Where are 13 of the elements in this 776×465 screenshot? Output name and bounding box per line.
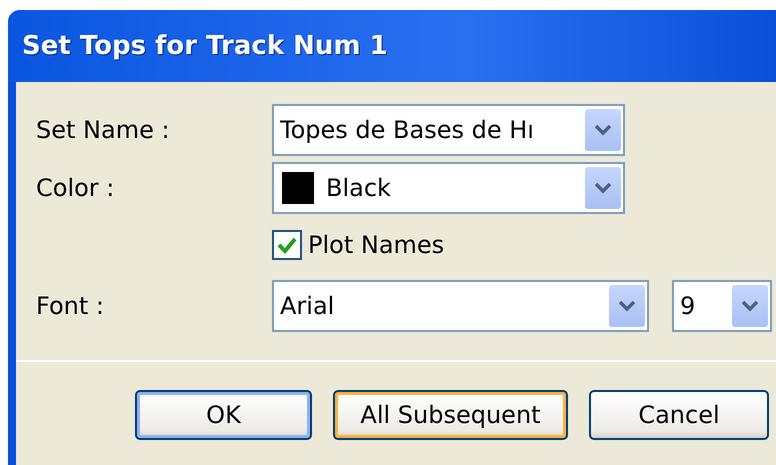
font-dropdown[interactable]: Arial bbox=[272, 280, 649, 332]
checkbox[interactable] bbox=[272, 230, 302, 260]
dropdown-field[interactable]: Black bbox=[272, 162, 625, 214]
field-label: Font : bbox=[36, 292, 105, 320]
field-label: Color : bbox=[36, 174, 116, 202]
dialog-button[interactable]: Cancel bbox=[589, 390, 769, 440]
font-size-dropdown[interactable]: 9 bbox=[672, 280, 772, 332]
dialog-button[interactable]: OK bbox=[135, 390, 312, 440]
check-icon bbox=[277, 236, 297, 254]
field-label: Set Name : bbox=[36, 116, 171, 144]
dialog-button[interactable]: All Subsequent bbox=[333, 390, 568, 440]
dropdown-field[interactable]: Topes de Bases de Hı bbox=[272, 104, 625, 156]
checkbox-label[interactable]: Plot Names bbox=[308, 231, 444, 259]
